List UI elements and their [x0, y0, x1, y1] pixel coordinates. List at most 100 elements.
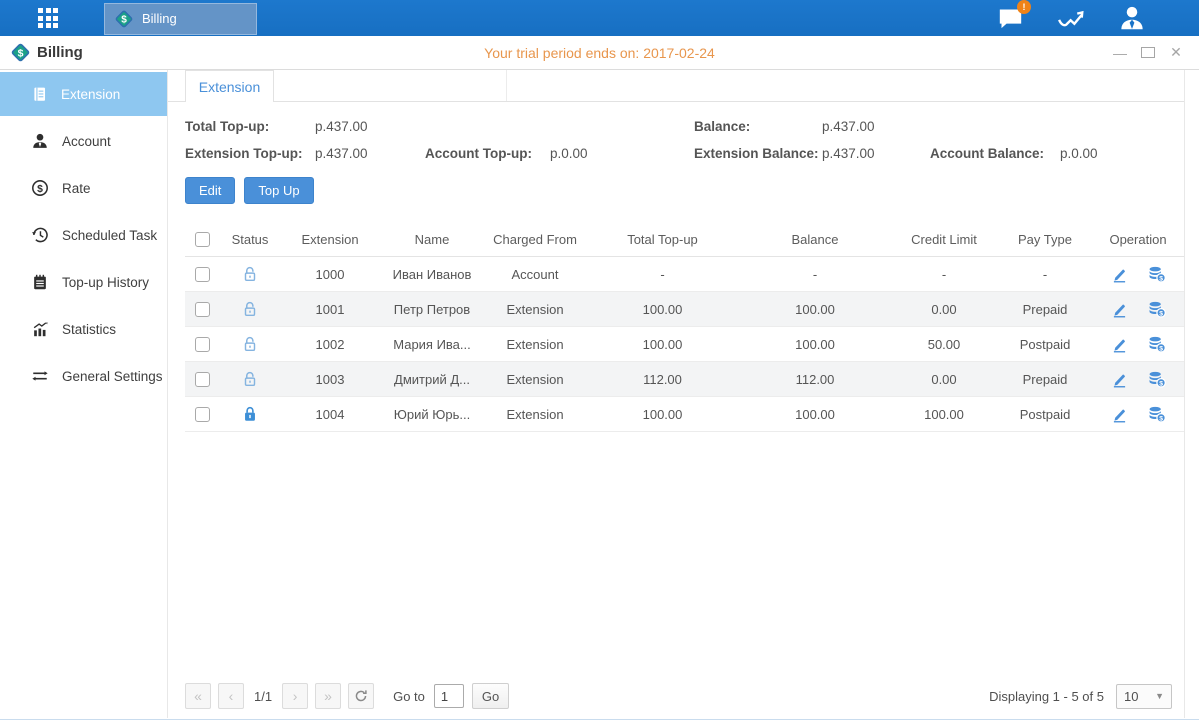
- sidebar-item-label: General Settings: [62, 369, 163, 384]
- sidebar-item-label: Statistics: [62, 322, 116, 337]
- sidebar-item-label: Top-up History: [62, 275, 149, 290]
- cell-total-topup: -: [585, 267, 740, 282]
- cell-total-topup: 100.00: [585, 337, 740, 352]
- cell-extension: 1000: [281, 267, 379, 282]
- sidebar-item-scheduled-task[interactable]: Scheduled Task: [0, 213, 167, 257]
- cell-pay-type: Prepaid: [998, 372, 1092, 387]
- sidebar-item-statistics[interactable]: Statistics: [0, 307, 167, 351]
- sidebar-item-label: Scheduled Task: [62, 228, 157, 243]
- extension-topup-value: p.437.00: [315, 146, 425, 161]
- top-up-row-icon[interactable]: $: [1147, 299, 1167, 319]
- displaying-text: Displaying 1 - 5 of 5: [989, 689, 1104, 704]
- col-charged-from: Charged From: [485, 232, 585, 247]
- prev-page-button[interactable]: ‹: [218, 683, 244, 709]
- svg-text:$: $: [1159, 380, 1163, 387]
- edit-button[interactable]: Edit: [185, 177, 235, 204]
- pagination-bar: « ‹ 1/1 › » Go to Go Displaying 1 - 5 of…: [185, 683, 1172, 709]
- user-account-icon[interactable]: [1117, 3, 1147, 33]
- cell-charged-from: Account: [485, 267, 585, 282]
- go-button[interactable]: Go: [472, 683, 509, 709]
- bar-chart-icon: [31, 320, 49, 338]
- col-credit-limit: Credit Limit: [890, 232, 998, 247]
- unlocked-icon: [219, 370, 281, 388]
- edit-row-icon[interactable]: [1110, 405, 1129, 424]
- statistics-chart-icon[interactable]: [1056, 3, 1086, 33]
- cell-pay-type: Postpaid: [998, 337, 1092, 352]
- cell-credit-limit: -: [890, 267, 998, 282]
- next-page-button[interactable]: ›: [282, 683, 308, 709]
- app-title-text: Billing: [37, 44, 83, 61]
- billing-tab-label: Billing: [142, 11, 177, 26]
- sidebar-item-account[interactable]: Account: [0, 119, 167, 163]
- extension-balance-value: p.437.00: [822, 146, 930, 161]
- sidebar-item-topup-history[interactable]: Top-up History: [0, 260, 167, 304]
- col-status: Status: [219, 232, 281, 247]
- cell-extension: 1002: [281, 337, 379, 352]
- notepad-icon: [31, 273, 49, 291]
- top-up-row-icon[interactable]: $: [1147, 334, 1167, 354]
- refresh-button[interactable]: [348, 683, 374, 709]
- cell-name: Дмитрий Д...: [379, 372, 485, 387]
- row-checkbox[interactable]: [195, 337, 210, 352]
- sidebar-item-general-settings[interactable]: General Settings: [0, 354, 167, 398]
- col-total-topup: Total Top-up: [585, 232, 740, 247]
- billing-app-window: $ Billing !: [0, 0, 1199, 720]
- row-checkbox[interactable]: [195, 407, 210, 422]
- col-name: Name: [379, 232, 485, 247]
- cell-balance: 112.00: [740, 372, 890, 387]
- sidebar-item-extension[interactable]: Extension: [0, 72, 167, 116]
- cell-charged-from: Extension: [485, 337, 585, 352]
- cell-balance: -: [740, 267, 890, 282]
- person-icon: [31, 132, 49, 150]
- chevron-down-icon: ▼: [1155, 691, 1164, 701]
- billing-diamond-icon: $: [114, 9, 134, 29]
- col-balance: Balance: [740, 232, 890, 247]
- close-button[interactable]: ✕: [1169, 44, 1183, 61]
- top-up-button[interactable]: Top Up: [244, 177, 313, 204]
- row-checkbox[interactable]: [195, 302, 210, 317]
- cell-total-topup: 100.00: [585, 407, 740, 422]
- first-page-button[interactable]: «: [185, 683, 211, 709]
- tab-extension[interactable]: Extension: [185, 70, 274, 102]
- top-up-row-icon[interactable]: $: [1147, 264, 1167, 284]
- content-tab-strip: Extension: [168, 70, 1184, 102]
- cell-credit-limit: 0.00: [890, 372, 998, 387]
- row-checkbox[interactable]: [195, 267, 210, 282]
- edit-row-icon[interactable]: [1110, 300, 1129, 319]
- last-page-button[interactable]: »: [315, 683, 341, 709]
- sidebar-item-label: Extension: [61, 87, 120, 102]
- page-size-dropdown[interactable]: 10 ▼: [1116, 684, 1172, 709]
- svg-text:$: $: [1159, 310, 1163, 317]
- edit-row-icon[interactable]: [1110, 265, 1129, 284]
- col-operation: Operation: [1092, 232, 1184, 247]
- page-size-value: 10: [1124, 689, 1138, 704]
- cell-pay-type: Postpaid: [998, 407, 1092, 422]
- locked-icon: [219, 405, 281, 423]
- trial-notice: Your trial period ends on: 2017-02-24: [0, 45, 1199, 61]
- app-title: $ Billing: [10, 42, 83, 63]
- top-up-row-icon[interactable]: $: [1147, 369, 1167, 389]
- row-checkbox[interactable]: [195, 372, 210, 387]
- maximize-button[interactable]: [1141, 47, 1155, 58]
- edit-row-icon[interactable]: [1110, 335, 1129, 354]
- svg-text:$: $: [18, 47, 24, 59]
- billing-app-tab[interactable]: $ Billing: [104, 3, 257, 35]
- sidebar-item-rate[interactable]: $ Rate: [0, 166, 167, 210]
- cell-pay-type: -: [998, 267, 1092, 282]
- messages-icon[interactable]: !: [995, 3, 1025, 33]
- edit-row-icon[interactable]: [1110, 370, 1129, 389]
- cell-balance: 100.00: [740, 302, 890, 317]
- notification-badge: !: [1017, 0, 1031, 14]
- table-row: 1003 Дмитрий Д... Extension 112.00 112.0…: [185, 362, 1184, 397]
- app-launcher-icon[interactable]: [38, 8, 58, 28]
- balance-value: p.437.00: [822, 119, 930, 134]
- goto-page-input[interactable]: [434, 684, 464, 708]
- sidebar-item-label: Rate: [62, 181, 91, 196]
- cell-name: Мария Ива...: [379, 337, 485, 352]
- sidebar: Extension Account $ Rate Scheduled Task: [0, 70, 168, 718]
- top-up-row-icon[interactable]: $: [1147, 404, 1167, 424]
- select-all-checkbox[interactable]: [195, 232, 210, 247]
- minimize-button[interactable]: —: [1113, 45, 1127, 61]
- cell-credit-limit: 0.00: [890, 302, 998, 317]
- cell-extension: 1001: [281, 302, 379, 317]
